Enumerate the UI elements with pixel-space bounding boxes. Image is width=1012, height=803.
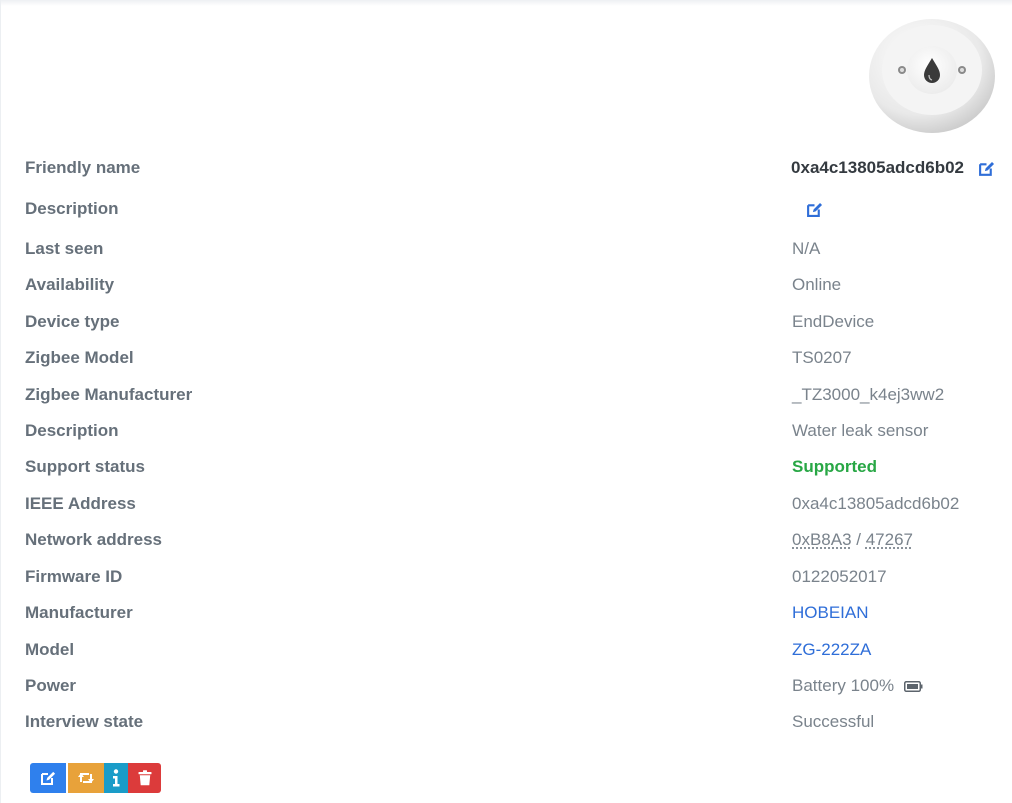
edit-description-icon[interactable] [806,201,823,218]
zigbee-model-label: Zigbee Model [25,348,134,367]
firmware-id-value: 0122052017 [792,566,887,586]
device-info-card: Friendly name 0xa4c13805adcd6b02 Descrip… [0,0,1012,803]
row-firmware-id: Firmware ID 0122052017 [25,558,995,595]
manufacturer-link[interactable]: HOBEIAN [792,603,869,623]
interview-state-label: Interview state [25,712,144,731]
last-seen-label: Last seen [25,238,104,258]
row-description-edit: Description [25,188,995,230]
availability-label: Availability [25,275,115,294]
network-address-value: 0xB8A3 / 47267 [792,530,913,550]
description-label: Description [25,421,119,440]
support-status-label: Support status [25,457,145,476]
network-address-decimal: 47267 [865,530,913,549]
rename-button[interactable] [30,763,66,793]
power-value: Battery 100% [792,676,895,695]
edit-icon [41,771,56,785]
availability-value: Online [792,275,842,294]
device-properties: Friendly name 0xa4c13805adcd6b02 Descrip… [25,148,995,740]
power-label: Power [25,676,77,695]
zigbee-model-value: TS0207 [792,348,852,367]
device-actions [30,763,161,793]
zigbee-manufacturer-label: Zigbee Manufacturer [25,384,193,404]
row-friendly-name: Friendly name 0xa4c13805adcd6b02 [25,148,995,188]
row-interview-state: Interview state Successful [25,704,995,740]
firmware-id-label: Firmware ID [25,566,123,586]
friendly-name-value: 0xa4c13805adcd6b02 [791,158,965,177]
manufacturer-label: Manufacturer [25,603,133,622]
battery-full-icon [904,680,923,692]
network-address-hex: 0xB8A3 [792,530,852,549]
top-shadow [1,0,1012,6]
network-address-separator: / [851,530,866,549]
device-image [869,19,995,133]
row-zigbee-model: Zigbee Model TS0207 [25,340,995,376]
edit-icon[interactable] [978,160,995,177]
reconfigure-button[interactable] [68,763,104,793]
retweet-icon [78,773,94,783]
remove-button[interactable] [128,763,161,793]
device-type-label: Device type [25,311,120,331]
device-type-value: EndDevice [792,311,875,331]
row-manufacturer: Manufacturer HOBEIAN [25,595,995,631]
description-label: Description [25,199,119,218]
support-status-value: Supported [792,457,877,476]
row-power: Power Battery 100% [25,668,995,704]
row-model: Model ZG-222ZA [25,631,995,668]
interview-state-value: Successful [792,712,875,731]
row-ieee-address: IEEE Address 0xa4c13805adcd6b02 [25,485,995,522]
ieee-address-label: IEEE Address [25,493,136,513]
row-availability: Availability Online [25,267,995,303]
network-address-label: Network address [25,530,162,549]
row-zigbee-manufacturer: Zigbee Manufacturer _TZ3000_k4ej3ww2 [25,376,995,413]
info-icon [113,769,120,787]
trash-icon [138,770,151,786]
description-value: Water leak sensor [792,421,929,440]
row-description: Description Water leak sensor [25,413,995,449]
row-device-type: Device type EndDevice [25,303,995,340]
model-label: Model [25,639,75,659]
zigbee-manufacturer-value: _TZ3000_k4ej3ww2 [792,384,945,404]
model-link[interactable]: ZG-222ZA [792,640,871,660]
last-seen-value: N/A [792,238,821,258]
row-support-status: Support status Supported [25,449,995,485]
row-last-seen: Last seen N/A [25,230,995,267]
interview-button[interactable] [104,763,128,793]
ieee-address-value: 0xa4c13805adcd6b02 [792,493,960,513]
friendly-name-label: Friendly name [25,158,141,177]
row-network-address: Network address 0xB8A3 / 47267 [25,522,995,558]
